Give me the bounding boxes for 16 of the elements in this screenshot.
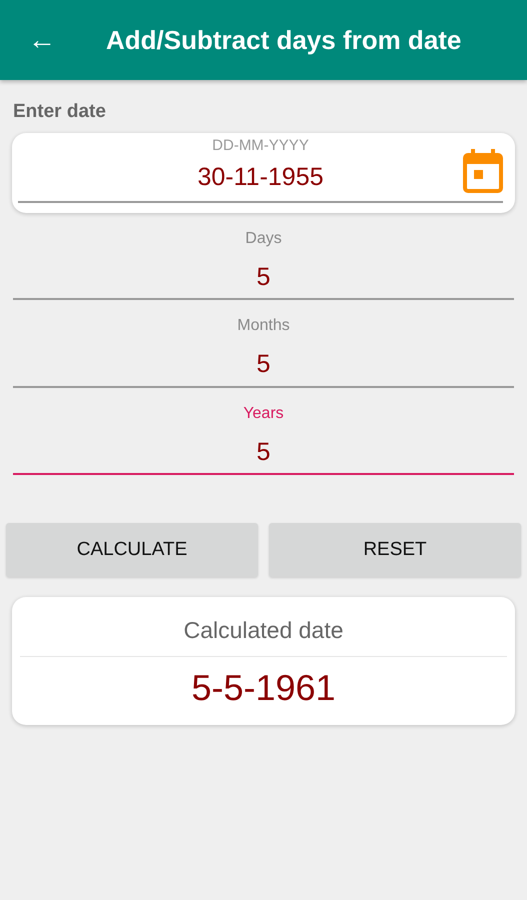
section-heading: Enter date (13, 100, 107, 124)
back-button[interactable]: ← (28, 26, 56, 54)
action-button[interactable]: CALCULATE (6, 523, 258, 577)
number-field[interactable]: Months 5 (13, 300, 514, 388)
result-title: Calculated date (20, 613, 507, 656)
calendar-icon[interactable] (463, 148, 503, 192)
action-button[interactable]: RESET (269, 523, 521, 577)
field-label: Months (236, 316, 291, 336)
field-label: DD-MM-YYYY (211, 136, 310, 156)
number-field[interactable]: Days 5 (13, 212, 514, 300)
number-field[interactable]: Years 5 (13, 388, 514, 475)
screen-title: Add/Subtract days from date (106, 24, 462, 56)
result-value: 5-5-1961 (190, 666, 337, 710)
field-label: Years (242, 404, 285, 424)
field-label: Days (244, 228, 283, 248)
date-field[interactable]: DD-MM-YYYY 30-11-1955 (12, 132, 515, 212)
